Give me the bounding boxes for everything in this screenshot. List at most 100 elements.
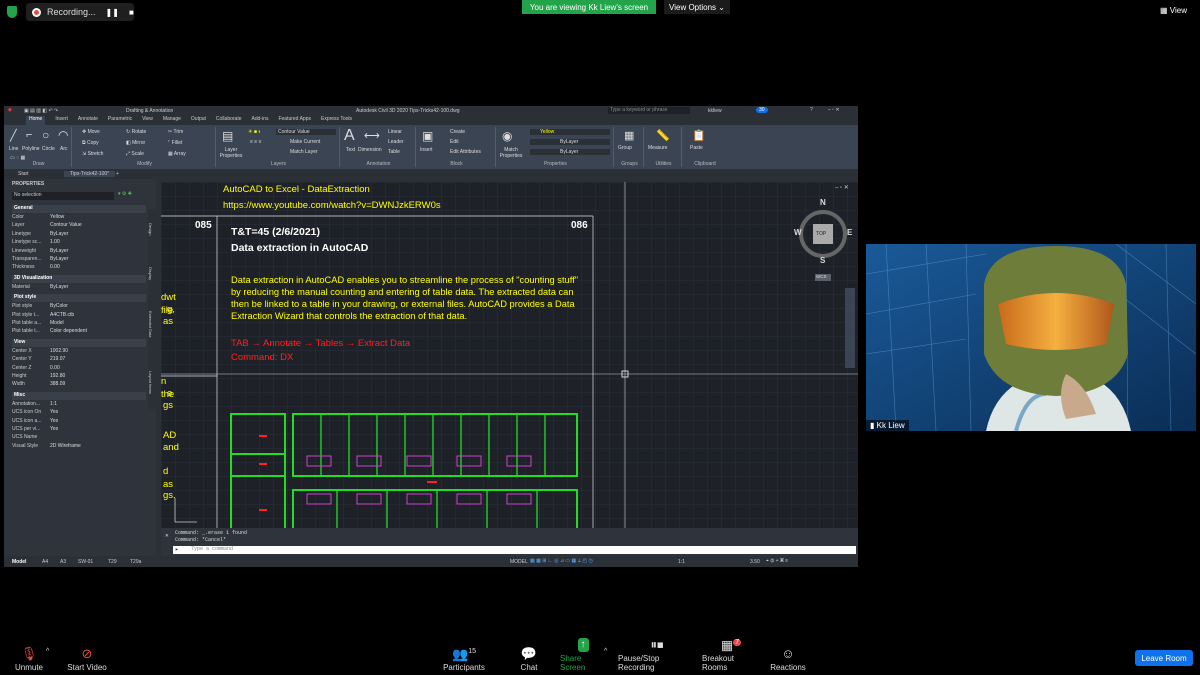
- doc-tab-drawing[interactable]: Tips-Trick42-100*: [64, 171, 116, 177]
- pause-stop-recording-button[interactable]: ⏸⏹ Pause/Stop Recording: [618, 638, 696, 675]
- property-row[interactable]: Plot table t... Color dependent: [12, 328, 146, 336]
- layer-properties-icon[interactable]: ▤: [222, 129, 233, 143]
- paste-tool[interactable]: Paste: [690, 145, 703, 151]
- ribbon-tab-featured-apps[interactable]: Featured Apps: [278, 116, 311, 125]
- start-video-button[interactable]: ⊘ Start Video: [66, 640, 108, 675]
- linetype-dropdown[interactable]: ByLayer: [530, 139, 610, 145]
- property-row[interactable]: Linetype sc... 1.00: [12, 239, 146, 247]
- layout-tab[interactable]: T29a: [130, 559, 141, 565]
- edit-attributes-button[interactable]: Edit Attributes: [450, 149, 481, 155]
- property-row[interactable]: Plot table a... Model: [12, 320, 146, 328]
- new-tab-icon[interactable]: +: [116, 171, 119, 177]
- circle-tool[interactable]: Circle: [42, 146, 55, 152]
- workspace-select[interactable]: Drafting & Annotation: [126, 108, 173, 114]
- property-row[interactable]: Thickness 0.00: [12, 264, 146, 272]
- layer-properties-button[interactable]: Layer Properties: [218, 147, 244, 159]
- reactions-button[interactable]: ☺ Reactions: [770, 640, 806, 675]
- view-options-button[interactable]: View Options ⌄: [664, 0, 730, 14]
- match-layer-button[interactable]: Match Layer: [290, 149, 318, 155]
- layer-state-icons[interactable]: ☀ ■ ◐: [248, 129, 261, 135]
- notifications-badge[interactable]: 30: [756, 107, 768, 113]
- copy-tool[interactable]: ⧉ Copy: [82, 140, 99, 146]
- property-row[interactable]: Linetype ByLayer: [12, 231, 146, 239]
- command-close-icon[interactable]: ✕: [165, 532, 169, 539]
- leave-room-button[interactable]: Leave Room: [1135, 650, 1193, 666]
- group-icon[interactable]: ▦: [624, 129, 634, 142]
- match-properties-icon[interactable]: ◉: [502, 129, 512, 143]
- measure-icon[interactable]: 📏: [656, 129, 670, 142]
- property-row[interactable]: UCS per vi... Yes: [12, 426, 146, 434]
- unmute-button[interactable]: 🎙 Unmute: [14, 640, 44, 675]
- ribbon-tab-add-ins[interactable]: Add-ins: [252, 116, 269, 125]
- layout-tab[interactable]: T29: [108, 559, 117, 565]
- property-row[interactable]: UCS icon On Yes: [12, 409, 146, 417]
- command-input[interactable]: Type a command: [173, 546, 856, 554]
- arc-tool[interactable]: Arc: [60, 146, 68, 152]
- move-tool[interactable]: ✥ Move: [82, 129, 100, 135]
- property-section-header[interactable]: 3D Visualization: [12, 274, 146, 283]
- table-tool[interactable]: Table: [388, 149, 400, 155]
- match-properties-button[interactable]: Match Properties: [498, 147, 524, 159]
- webcam-video[interactable]: ▮ Kk Liew: [866, 244, 1196, 431]
- side-tab-design[interactable]: Design: [148, 223, 153, 235]
- side-tab-layout-items[interactable]: Layout Items: [148, 371, 153, 394]
- linear-tool[interactable]: Linear: [388, 129, 402, 135]
- property-row[interactable]: Center X 1002.90: [12, 348, 146, 356]
- insert-tool[interactable]: Insert: [420, 147, 433, 153]
- layer-dropdown[interactable]: Contour Value: [276, 129, 336, 135]
- fillet-tool[interactable]: ⌜ Fillet: [168, 140, 182, 146]
- ribbon-tab-home[interactable]: Home: [26, 116, 46, 125]
- create-block-button[interactable]: Create: [450, 129, 465, 135]
- polyline-icon[interactable]: ⌐: [26, 129, 32, 141]
- property-section-header[interactable]: Misc: [12, 391, 146, 400]
- text-tool[interactable]: Text: [346, 147, 355, 153]
- window-controls[interactable]: – ▫ ✕: [828, 107, 840, 113]
- leader-tool[interactable]: Leader: [388, 139, 404, 145]
- ribbon-tab-view[interactable]: View: [142, 116, 153, 125]
- property-row[interactable]: Height 192.80: [12, 373, 146, 381]
- dimension-icon[interactable]: ⟷: [364, 129, 380, 142]
- group-tool[interactable]: Group: [618, 145, 632, 151]
- property-section-header[interactable]: Plot style: [12, 294, 146, 303]
- layout-tab[interactable]: A3: [60, 559, 66, 565]
- selection-dropdown[interactable]: No selection: [12, 192, 114, 200]
- make-current-button[interactable]: Make Current: [290, 139, 320, 145]
- view-button[interactable]: ▦ View: [1160, 6, 1187, 15]
- pause-recording-icon[interactable]: ❚❚: [106, 8, 119, 17]
- property-row[interactable]: Transparen... ByLayer: [12, 256, 146, 264]
- trim-tool[interactable]: ✂ Trim: [168, 129, 183, 135]
- lineweight-dropdown[interactable]: ByLayer: [530, 149, 610, 155]
- stop-recording-icon[interactable]: ■: [129, 8, 134, 17]
- scale-tool[interactable]: ⤢ Scale: [126, 151, 144, 157]
- layout-tab[interactable]: Model: [12, 559, 26, 565]
- layout-tab[interactable]: A4: [42, 559, 48, 565]
- status-extra-icons[interactable]: ⌖ ⚙ + ▣ ≡: [766, 558, 788, 564]
- drawing-canvas[interactable]: AutoCAD to Excel - DataExtraction https:…: [161, 182, 858, 528]
- ribbon-tab-collaborate[interactable]: Collaborate: [216, 116, 242, 125]
- circle-icon[interactable]: ○: [42, 128, 49, 142]
- status-toggle-icons[interactable]: ▦ ▦ ⊞ ∟ ◎ ⊿ ▭ ▦ ⟂ ◰ ◷: [530, 558, 593, 564]
- paste-icon[interactable]: 📋: [692, 129, 706, 142]
- search-input[interactable]: Type a keyword or phrase: [608, 107, 690, 114]
- property-row[interactable]: Center Z 0.00: [12, 365, 146, 373]
- ribbon-tab-insert[interactable]: Insert: [55, 116, 68, 125]
- chat-button[interactable]: 💬 Chat: [518, 640, 540, 675]
- property-section-header[interactable]: View: [12, 338, 146, 347]
- help-icon[interactable]: ?: [810, 107, 813, 113]
- ribbon-tab-express-tools[interactable]: Express Tools: [321, 116, 352, 125]
- property-section-header[interactable]: General: [12, 205, 146, 213]
- property-row[interactable]: Plot style ByColor: [12, 303, 146, 311]
- mirror-tool[interactable]: ◧ Mirror: [126, 140, 145, 146]
- property-row[interactable]: Width 388.09: [12, 381, 146, 389]
- quick-access-icons[interactable]: ▣ ▤ ▥ ◧ ↶ ↷: [24, 108, 58, 114]
- model-space-toggle[interactable]: MODEL: [510, 559, 528, 565]
- autocad-logo-icon[interactable]: ◆: [8, 107, 12, 113]
- layer-tool-icons[interactable]: ≡ ≡ ≡: [250, 139, 262, 145]
- property-row[interactable]: Color Yellow: [12, 214, 146, 222]
- color-dropdown[interactable]: Yellow: [530, 129, 610, 135]
- measure-tool[interactable]: Measure: [648, 145, 667, 151]
- breakout-rooms-button[interactable]: ▦ 7 Breakout Rooms: [702, 637, 760, 675]
- property-row[interactable]: Annotation... 1:1: [12, 401, 146, 409]
- insert-icon[interactable]: ▣: [422, 129, 433, 143]
- edit-block-button[interactable]: Edit: [450, 139, 459, 145]
